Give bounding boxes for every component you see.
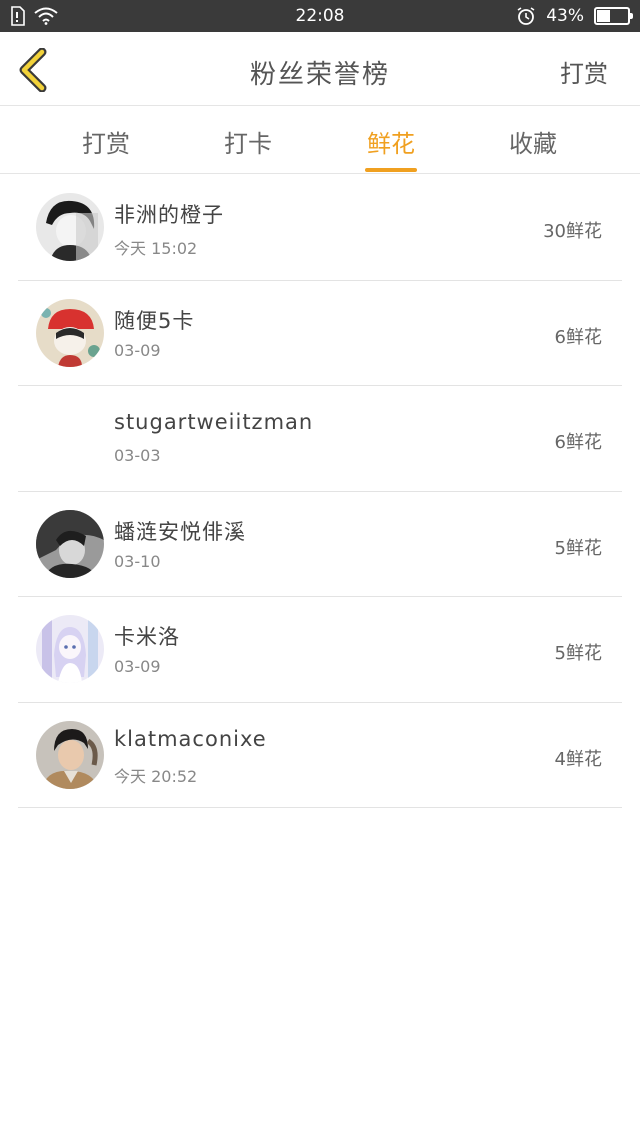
fan-name: 非洲的橙子 <box>114 203 224 227</box>
page-title: 粉丝荣誉榜 <box>249 60 390 90</box>
battery-percent: 43% <box>546 6 584 26</box>
fan-name: 随便5卡 <box>114 308 195 333</box>
fan-name: 卡米洛 <box>114 625 180 649</box>
fan-time: 03-03 <box>114 446 161 465</box>
fan-row[interactable]: 非洲的橙子 今天 15:02 30鲜花 <box>18 175 622 281</box>
fan-time: 今天 20:52 <box>114 766 198 786</box>
flower-count: 30鲜花 <box>543 221 602 242</box>
avatar[interactable] <box>36 193 104 261</box>
tab-favorites[interactable]: 收藏 <box>473 124 593 159</box>
tab-label: 鲜花 <box>367 130 415 158</box>
flower-count: 5鲜花 <box>554 537 602 559</box>
status-bar: 22:08 43% <box>0 0 640 32</box>
fan-row[interactable]: klatmaconixe 今天 20:52 4鲜花 <box>18 703 622 808</box>
fan-name: stugartweiitzman <box>114 410 314 434</box>
tab-label: 打赏 <box>82 130 130 158</box>
avatar[interactable] <box>36 298 104 367</box>
avatar[interactable] <box>36 720 104 789</box>
nav-header: 粉丝荣誉榜 打赏 <box>0 32 640 106</box>
fan-row[interactable]: 卡米洛 03-09 5鲜花 <box>18 597 622 703</box>
flower-count: 5鲜花 <box>554 643 602 664</box>
fan-row[interactable]: 随便5卡 03-09 6鲜花 <box>18 281 622 386</box>
tab-label: 打卡 <box>224 130 272 158</box>
fan-row[interactable]: stugartweiitzman 03-03 6鲜花 <box>18 386 622 492</box>
fan-list: 非洲的橙子 今天 15:02 30鲜花 随便5卡 03-09 6鲜花 stuga… <box>18 175 622 808</box>
flower-count: 4鲜花 <box>554 748 602 770</box>
tab-checkin[interactable]: 打卡 <box>188 124 308 159</box>
fan-row[interactable]: 蟠涟安悦俳溪 03-10 5鲜花 <box>18 492 622 597</box>
tab-reward[interactable]: 打赏 <box>46 124 166 159</box>
flower-count: 6鲜花 <box>554 326 602 348</box>
fan-time: 今天 15:02 <box>114 239 198 258</box>
flower-count: 6鲜花 <box>554 432 602 453</box>
tab-bar: 打赏 打卡 鲜花 收藏 <box>0 106 640 174</box>
battery-icon <box>594 7 633 25</box>
tab-flowers[interactable]: 鲜花 <box>331 124 451 172</box>
avatar[interactable] <box>36 404 104 472</box>
battery-level <box>597 10 610 22</box>
fan-time: 03-10 <box>114 551 161 571</box>
avatar[interactable] <box>36 509 104 578</box>
fan-name: klatmaconixe <box>114 726 267 751</box>
tab-indicator <box>365 168 417 172</box>
reward-button[interactable]: 打赏 <box>560 54 608 89</box>
avatar[interactable] <box>36 615 104 683</box>
fan-name: 蟠涟安悦俳溪 <box>114 519 246 544</box>
fan-time: 03-09 <box>114 340 161 360</box>
alarm-icon <box>517 7 535 25</box>
fan-time: 03-09 <box>114 657 161 676</box>
tab-label: 收藏 <box>509 130 557 158</box>
status-icons-right: 43% <box>516 6 633 26</box>
